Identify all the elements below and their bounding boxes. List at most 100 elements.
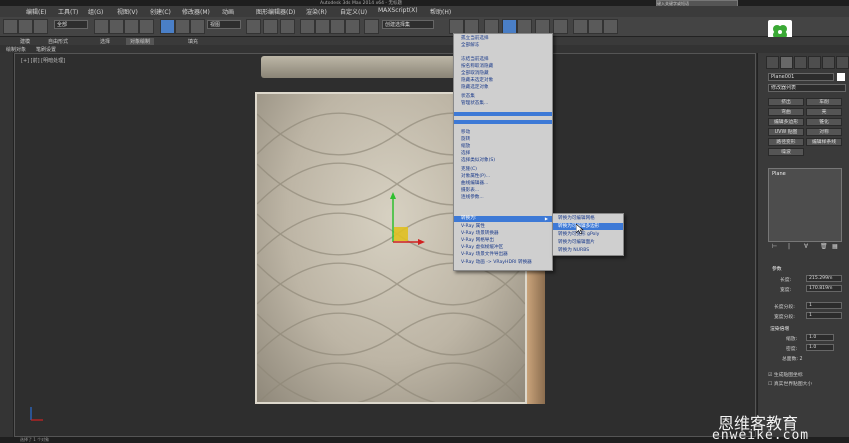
menu-modifiers[interactable]: 修改器(M): [182, 7, 210, 16]
ctx-item[interactable]: 曲线编辑器...: [454, 181, 552, 187]
ctx-item[interactable]: V-Ray 场景文件导出器: [454, 252, 552, 258]
unlink-icon[interactable]: [18, 19, 33, 34]
sub-item-deformable-gpoly[interactable]: 转换为可变形 gPoly: [553, 231, 623, 238]
width-input[interactable]: 170.819m: [806, 285, 842, 292]
link-icon[interactable]: [3, 19, 18, 34]
angle-snap-icon[interactable]: [315, 19, 330, 34]
ctx-item[interactable]: 隐藏选定对象: [454, 85, 552, 91]
graphite-ribbon-icon[interactable]: [502, 19, 517, 34]
reference-coord-dropdown[interactable]: 视图: [207, 20, 241, 29]
manipulate-icon[interactable]: [263, 19, 278, 34]
modify-tab-icon[interactable]: [780, 56, 793, 69]
select-scale-icon[interactable]: [190, 19, 205, 34]
material-editor-icon[interactable]: [553, 19, 568, 34]
menu-group[interactable]: 组(G): [88, 7, 103, 16]
menu-animation[interactable]: 动画: [222, 7, 234, 16]
display-tab-icon[interactable]: [822, 56, 835, 69]
menu-views[interactable]: 视图(V): [117, 7, 138, 16]
ctx-item[interactable]: 对象属性(P)...: [454, 174, 552, 180]
remove-modifier-icon[interactable]: 🗑: [820, 243, 828, 250]
params-rollout-title[interactable]: 参数: [772, 265, 782, 272]
utilities-tab-icon[interactable]: [836, 56, 849, 69]
sub-item-editable-poly[interactable]: 转换为可编辑多边形: [553, 223, 623, 230]
select-by-name-icon[interactable]: [109, 19, 124, 34]
menu-edit[interactable]: 编辑(E): [26, 7, 46, 16]
select-move-icon[interactable]: [160, 19, 175, 34]
length-segs-input[interactable]: 1: [806, 302, 842, 309]
modifier-shell-button[interactable]: 壳: [806, 108, 842, 116]
curve-editor-icon[interactable]: [517, 19, 532, 34]
viewport-label[interactable]: [+] [前] [明暗处理]: [21, 57, 65, 64]
length-input[interactable]: 215.299m: [806, 275, 842, 282]
create-tab-icon[interactable]: [766, 56, 779, 69]
modifier-path-deform-button[interactable]: 路径变形: [768, 138, 804, 146]
sub-item-editable-patch[interactable]: 转换为可编辑面片: [553, 239, 623, 246]
menu-create[interactable]: 创建(C): [150, 7, 171, 16]
real-world-checkbox[interactable]: ☐ 真实世界贴图大小: [768, 380, 812, 387]
ctx-item[interactable]: V-Ray 虚拟帧缓冲区: [454, 245, 552, 251]
select-rotate-icon[interactable]: [175, 19, 190, 34]
scale-input[interactable]: 1.0: [806, 334, 834, 341]
modifier-list-dropdown[interactable]: 修改器列表: [768, 84, 846, 92]
menu-customize[interactable]: 自定义(U): [340, 7, 367, 16]
ribbon-tab-object-paint[interactable]: 对象绘制: [126, 38, 155, 45]
spinner-snap-icon[interactable]: [345, 19, 360, 34]
gen-mapping-checkbox[interactable]: ☑ 生成贴图坐标: [768, 371, 803, 378]
pin-stack-icon[interactable]: ⊢: [772, 243, 777, 250]
schematic-view-icon[interactable]: [535, 19, 550, 34]
ctx-item[interactable]: 选择: [454, 151, 552, 157]
bind-icon[interactable]: [33, 19, 48, 34]
configure-sets-icon[interactable]: ▦: [832, 243, 838, 250]
named-selection-dropdown[interactable]: 创建选择集: [382, 20, 434, 29]
render-production-icon[interactable]: [603, 19, 618, 34]
density-input[interactable]: 1.0: [806, 344, 834, 351]
select-object-icon[interactable]: [94, 19, 109, 34]
region-select-icon[interactable]: [124, 19, 139, 34]
render-setup-icon[interactable]: [573, 19, 588, 34]
modifier-extrude-button[interactable]: 挤出: [768, 98, 804, 106]
menu-maxscript[interactable]: MAXScript(X): [378, 7, 418, 14]
ctx-item[interactable]: V-Ray 动画 -> VRayHDRI 转换器: [454, 260, 552, 266]
layer-manager-icon[interactable]: [484, 19, 499, 34]
modifier-stack[interactable]: Plane: [768, 168, 842, 242]
ctx-item[interactable]: 管理状态集...: [454, 101, 552, 107]
ctx-item[interactable]: 冻结当前选择: [454, 57, 552, 63]
motion-tab-icon[interactable]: [808, 56, 821, 69]
show-end-result-icon[interactable]: |: [788, 243, 790, 250]
menu-help[interactable]: 帮助(H): [430, 7, 451, 16]
selection-filter-dropdown[interactable]: 全部: [54, 20, 88, 29]
ribbon-tab-populate[interactable]: 填充: [188, 38, 198, 45]
modifier-lathe-button[interactable]: 车削: [806, 98, 842, 106]
ctx-item[interactable]: 移动: [454, 130, 552, 136]
pivot-center-icon[interactable]: [246, 19, 261, 34]
ctx-item[interactable]: 连线参数...: [454, 195, 552, 201]
ctx-item[interactable]: 克隆(C): [454, 167, 552, 173]
ctx-item[interactable]: 缩放: [454, 144, 552, 150]
ctx-item[interactable]: 隐藏未选定对象: [454, 78, 552, 84]
ctx-item[interactable]: V-Ray 场景转换器: [454, 231, 552, 237]
ctx-item[interactable]: 全部解冻: [454, 43, 552, 49]
ctx-item[interactable]: V-Ray 属性: [454, 224, 552, 230]
move-gizmo-icon[interactable]: [385, 192, 425, 252]
rendered-frame-icon[interactable]: [588, 19, 603, 34]
ribbon-tab-modeling[interactable]: 建模: [20, 38, 30, 45]
object-color-swatch[interactable]: [837, 73, 845, 81]
ctx-item[interactable]: 孤立当前选择: [454, 36, 552, 42]
menu-graph-editors[interactable]: 图形编辑器(D): [256, 7, 295, 16]
ctx-item[interactable]: 旋转: [454, 137, 552, 143]
stack-item-plane[interactable]: Plane: [772, 171, 786, 177]
ctx-item[interactable]: 全部取消隐藏: [454, 71, 552, 77]
make-unique-icon[interactable]: ∀: [804, 243, 808, 250]
modifier-symmetry-button[interactable]: 对称: [806, 128, 842, 136]
modifier-taper-button[interactable]: 锥化: [806, 118, 842, 126]
mirror-icon[interactable]: [449, 19, 464, 34]
hierarchy-tab-icon[interactable]: [794, 56, 807, 69]
modifier-edit-poly-button[interactable]: 编辑多边形: [768, 118, 804, 126]
modifier-noise-button[interactable]: 噪波: [768, 148, 804, 156]
edit-named-selection-icon[interactable]: [364, 19, 379, 34]
modifier-edit-spline-button[interactable]: 编辑样条线: [806, 138, 842, 146]
window-crossing-icon[interactable]: [139, 19, 154, 34]
ribbon-tab-freeform[interactable]: 自由形式: [48, 38, 68, 45]
subtab-brush-settings[interactable]: 笔刷设置: [36, 46, 56, 53]
sub-item-editable-mesh[interactable]: 转换为可编辑网格: [553, 215, 623, 222]
